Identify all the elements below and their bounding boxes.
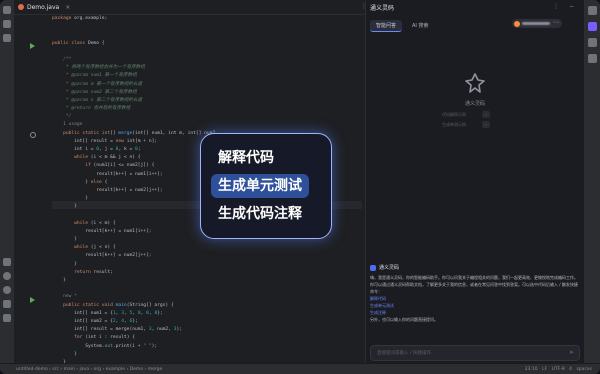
editor-gutter <box>14 15 50 363</box>
avatar <box>514 20 520 27</box>
code-line[interactable]: int[] num2 = {2, 4, 6}; <box>52 318 362 326</box>
chat-input[interactable] <box>375 348 559 359</box>
run-class-icon[interactable] <box>30 43 35 49</box>
code-line[interactable]: * 将两个有序数组合并为一个有序数组 <box>52 64 362 72</box>
code-line[interactable]: while (j < n) { <box>52 244 362 252</box>
database-icon[interactable] <box>588 38 597 47</box>
code-line[interactable]: public static void main(String[] args) { <box>52 302 362 310</box>
tab-demo-java[interactable]: Demo.java × <box>18 2 70 12</box>
command-explain-link[interactable]: 解释代码 <box>370 295 578 302</box>
assistant-panel: 通义灵码 ⋮ − 智能问答 AI 搜索 ⋯ 通义灵码 代码解释示例 › 生成单测… <box>365 0 584 363</box>
command-unittest-link[interactable]: 生成单元测试 <box>370 302 578 309</box>
suggestion-unittest-arrow-icon[interactable]: › <box>482 121 490 128</box>
status-right[interactable]: 23:10 LF UTF-8 4 spaces <box>525 367 592 372</box>
more-icon[interactable]: ⋯ <box>553 19 559 26</box>
code-line[interactable]: } <box>52 261 362 269</box>
code-line[interactable]: */ <box>52 113 362 121</box>
code-line[interactable]: * @param num2 第二个有序数组 <box>52 89 362 97</box>
tab-label: Demo.java <box>27 3 60 11</box>
project-icon[interactable] <box>3 6 11 14</box>
code-line[interactable]: 1 usage <box>52 121 362 129</box>
suggestion-explain[interactable]: 代码解释示例 <box>442 112 466 118</box>
editor-tab-bar: Demo.java × ⋮ <box>14 0 367 15</box>
answer-intro: 嗨，我是通义灵码，你的智能编码助手。你可以问我关于编程相关的问题，我们一起更高效… <box>370 275 578 294</box>
code-line[interactable]: for (int i : result) { <box>52 334 362 342</box>
problems-icon[interactable] <box>3 286 11 294</box>
java-file-icon <box>18 4 24 10</box>
tongyi-logo-icon <box>465 73 485 93</box>
option-generate-code-comment[interactable]: 生成代码注释 <box>211 202 309 226</box>
code-line[interactable]: * @param num1 第一个有序数组 <box>52 72 362 80</box>
code-line[interactable]: int[] result = merge(num1, 3, num2, 3); <box>52 326 362 334</box>
suggestion-unittest[interactable]: 生成单测示例 <box>442 122 466 128</box>
send-icon[interactable]: ➤ <box>569 349 574 356</box>
answer-author: 通义灵码 <box>379 265 400 271</box>
panel-title: 通义灵码 <box>370 5 395 12</box>
code-line[interactable]: new * <box>52 293 362 301</box>
logo-caption: 通义灵码 <box>464 101 485 107</box>
maven-icon[interactable] <box>588 54 597 63</box>
option-generate-unit-test[interactable]: 生成单元测试 <box>211 174 309 198</box>
ide-window: Demo.java × ⋮ package org.example; publi… <box>0 0 600 374</box>
code-line[interactable]: /** <box>52 56 362 64</box>
commit-icon[interactable] <box>3 20 11 28</box>
chat-input-box: ➤ <box>370 345 580 361</box>
git-icon[interactable] <box>3 300 11 308</box>
answer-outro: 另外，也可以输入你的问题直接提问。 <box>370 317 438 322</box>
status-bar: untitled-demo › src › main › java › org … <box>0 363 600 374</box>
code-line[interactable]: int[] num1 = {1, 3, 5, 0, 0, 0}; <box>52 310 362 318</box>
assistant-answer-card: 通义灵码 嗨，我是通义灵码，你的智能编码助手。你可以问我关于编程相关的问题，我们… <box>370 264 578 339</box>
run-main-icon[interactable] <box>30 297 35 303</box>
assistant-avatar-icon <box>370 264 376 271</box>
breakpoint-icon[interactable] <box>30 132 36 138</box>
user-name-blurred <box>522 22 550 25</box>
tab-smart-qa[interactable]: 智能问答 <box>370 20 403 32</box>
run-icon[interactable] <box>3 258 11 266</box>
user-account-chip[interactable]: ⋯ <box>512 19 562 28</box>
code-line[interactable]: } <box>52 277 362 285</box>
code-line[interactable] <box>52 285 362 293</box>
code-line[interactable] <box>52 23 362 31</box>
code-line[interactable]: * @param m 第一个有序数组的长度 <box>52 81 362 89</box>
code-line[interactable] <box>52 48 362 56</box>
panel-controls[interactable]: ⋮ − <box>553 3 578 10</box>
command-comment-link[interactable]: 生成注释 <box>370 309 578 316</box>
terminal-icon[interactable] <box>3 272 11 280</box>
right-tool-strip <box>583 0 600 363</box>
code-line[interactable]: return result; <box>52 269 362 277</box>
structure-icon[interactable] <box>3 34 11 42</box>
tab-ai-search[interactable]: AI 搜索 <box>406 20 435 32</box>
code-line[interactable]: * @param n 第二个有序数组的长度 <box>52 97 362 105</box>
suggestion-explain-arrow-icon[interactable]: › <box>482 111 490 118</box>
code-line[interactable]: package org.example; <box>52 15 362 23</box>
breadcrumb[interactable]: untitled-demo › src › main › java › org … <box>16 367 162 372</box>
code-line[interactable]: } <box>52 351 362 359</box>
code-line[interactable]: * @return 合并后的有序数组 <box>52 105 362 113</box>
code-line[interactable]: System.out.print(i + " "); <box>52 343 362 351</box>
code-line[interactable]: result[k++] = num2[j++]; <box>52 252 362 260</box>
code-line[interactable]: public class Demo { <box>52 40 362 48</box>
option-explain-code[interactable]: 解释代码 <box>211 146 281 170</box>
services-icon[interactable] <box>3 314 11 322</box>
code-line[interactable] <box>52 31 362 39</box>
quick-action-popup: 解释代码 生成单元测试 生成代码注释 <box>200 133 332 239</box>
panel-tabs: 智能问答 AI 搜索 <box>370 20 435 32</box>
notification-icon[interactable] <box>588 6 597 15</box>
left-tool-strip <box>0 0 15 374</box>
close-icon[interactable]: × <box>65 4 70 11</box>
assistant-icon[interactable] <box>588 22 597 31</box>
